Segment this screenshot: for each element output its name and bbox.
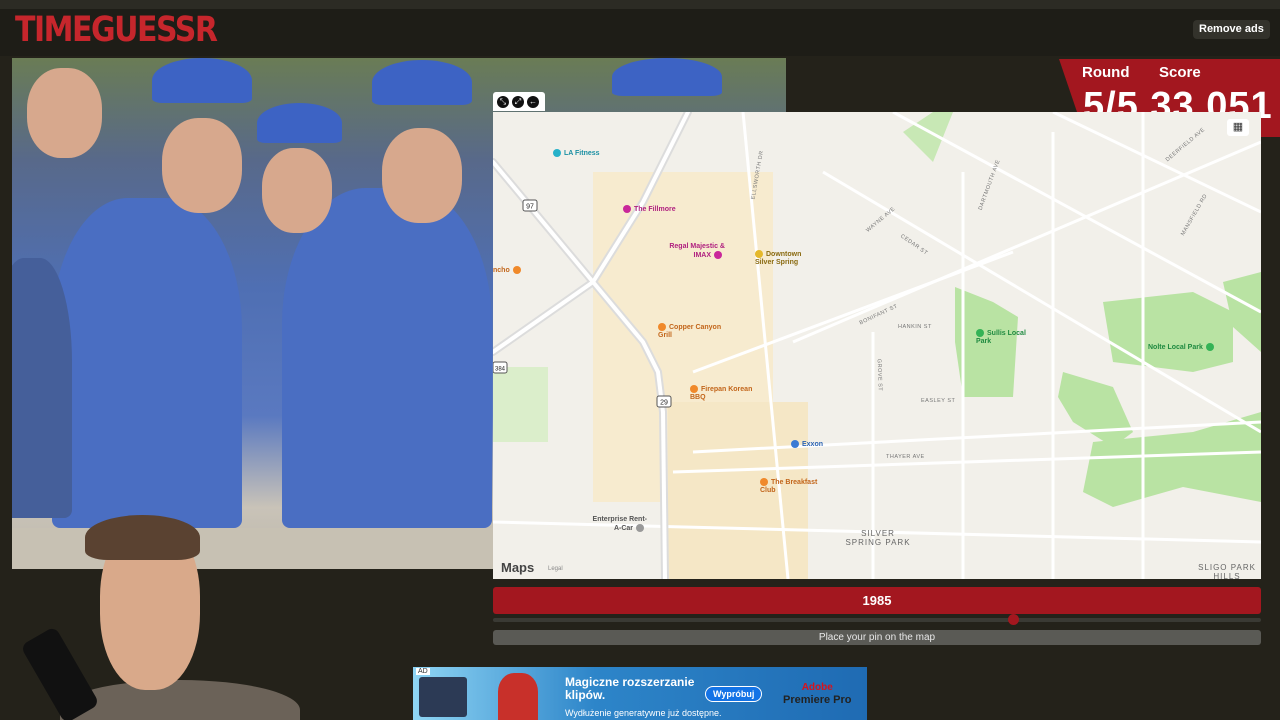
photo-figure [282, 188, 492, 528]
maps-brand-label: Maps [501, 560, 535, 575]
poi-regal-majestic[interactable]: Regal Majestic & IMAX [653, 243, 725, 260]
park-area [1058, 372, 1133, 447]
street-label: THAYER AVE [886, 454, 925, 460]
area-label: SLIGO PARK HILLS [1198, 563, 1256, 579]
map-canvas: 97 29 384 [493, 112, 1261, 579]
street-label: EASLEY ST [921, 398, 956, 404]
restaurant-icon [760, 478, 768, 486]
score-label: Score [1159, 64, 1201, 81]
ad-tag: AD [416, 668, 430, 675]
park-area [903, 112, 953, 162]
photo-cap [152, 58, 252, 103]
ad-figure [498, 673, 538, 720]
music-venue-icon [623, 205, 631, 213]
pin-map-icon[interactable]: ← [527, 95, 539, 108]
poi-label: The Fillmore [634, 205, 676, 213]
car-rental-icon [636, 524, 644, 532]
gas-station-icon [791, 440, 799, 448]
route-29-label: 29 [660, 400, 668, 407]
photo-figure [12, 258, 72, 518]
poi-firepan-korean-bbq[interactable]: Firepan Korean BBQ [690, 385, 760, 402]
poi-copper-canyon-grill[interactable]: Copper Canyon Grill [658, 323, 728, 340]
poi-label: Nolte Local Park [1148, 343, 1203, 351]
poi-label: ncho [493, 266, 510, 274]
poi-label: Exxon [802, 440, 824, 448]
poi-the-breakfast-club[interactable]: The Breakfast Club [760, 478, 830, 495]
poi-label: Copper Canyon Grill [658, 323, 722, 339]
shopping-icon [755, 250, 763, 258]
microphone-icon [20, 626, 100, 720]
year-slider-track[interactable] [493, 618, 1261, 622]
poi-sullis-local-park[interactable]: Sullis Local Park [976, 329, 1031, 346]
poi-downtown-silver-spring[interactable]: Downtown Silver Spring [755, 250, 817, 267]
ad-subtitle: Wydłużenie generatywne już dostępne. [565, 708, 722, 718]
top-strip [0, 0, 1280, 9]
street-label: HANKIN ST [898, 324, 932, 330]
poi-nolte-local-park[interactable]: Nolte Local Park [1148, 343, 1217, 352]
street-label: GROVE ST [875, 358, 883, 392]
webcam-overlay [0, 510, 300, 720]
restaurant-icon [512, 266, 521, 274]
photo-cap [372, 60, 472, 105]
photo-face [382, 128, 462, 223]
ad-thumbnail [419, 677, 467, 717]
ad-cta-button[interactable]: Wypróbuj [705, 686, 763, 702]
round-label: Round [1082, 64, 1130, 81]
ad-title: Magiczne rozszerzanie klipów. [565, 675, 695, 702]
app-logo[interactable]: TIMEGUESSR [11, 9, 220, 53]
remove-ads-button[interactable]: Remove ads [1193, 20, 1270, 39]
park-area [1103, 292, 1233, 372]
fitness-icon [553, 149, 561, 157]
poi-label: Firepan Korean BBQ [690, 385, 753, 401]
route-384-label: 384 [495, 367, 506, 373]
park-area [493, 367, 548, 442]
maps-brand: Maps [501, 560, 534, 575]
restaurant-icon [658, 323, 666, 331]
photo-face [162, 118, 242, 213]
ad-brand-top: Adobe [801, 682, 833, 693]
photo-cap [257, 103, 342, 143]
poi-label: The Breakfast Club [760, 478, 818, 494]
year-display: 1985 [493, 587, 1261, 614]
map-type-icon[interactable]: ▦ [1227, 119, 1249, 136]
ad-brand: Adobe Premiere Pro [783, 682, 851, 706]
poi-enterprise[interactable]: Enterprise Rent-A-Car [591, 516, 647, 533]
place-pin-button[interactable]: Place your pin on the map [493, 630, 1261, 645]
poi-exxon[interactable]: Exxon [791, 440, 823, 449]
ad-banner[interactable]: Magiczne rozszerzanie klipów. Wydłużenie… [413, 667, 867, 720]
expand-map-icon[interactable]: ⤡ [497, 95, 509, 108]
route-97-label: 97 [526, 204, 534, 211]
shrink-map-icon[interactable]: ⤢ [512, 95, 524, 108]
photo-face [262, 148, 332, 233]
ad-brand-bottom: Premiere Pro [783, 694, 852, 706]
park-icon [1205, 343, 1214, 351]
poi-partial[interactable]: ncho [493, 266, 524, 275]
year-slider-handle[interactable] [1008, 614, 1020, 625]
guess-map[interactable]: 97 29 384 LA Fitness The Fillmore Regal … [493, 112, 1261, 579]
cinema-icon [714, 251, 722, 259]
park-icon [976, 329, 984, 337]
map-controls: ⤡ ⤢ ← [493, 92, 545, 111]
poi-label: LA Fitness [564, 149, 600, 157]
restaurant-icon [690, 385, 698, 393]
poi-la-fitness[interactable]: LA Fitness [553, 149, 600, 158]
map-legal-link[interactable]: Legal [548, 566, 563, 572]
poi-the-fillmore[interactable]: The Fillmore [623, 205, 676, 214]
photo-figure [52, 198, 242, 528]
photo-face [27, 68, 102, 158]
webcam-hair [85, 515, 200, 560]
area-label: SILVER SPRING PARK [845, 529, 911, 547]
photo-cap [612, 58, 722, 96]
